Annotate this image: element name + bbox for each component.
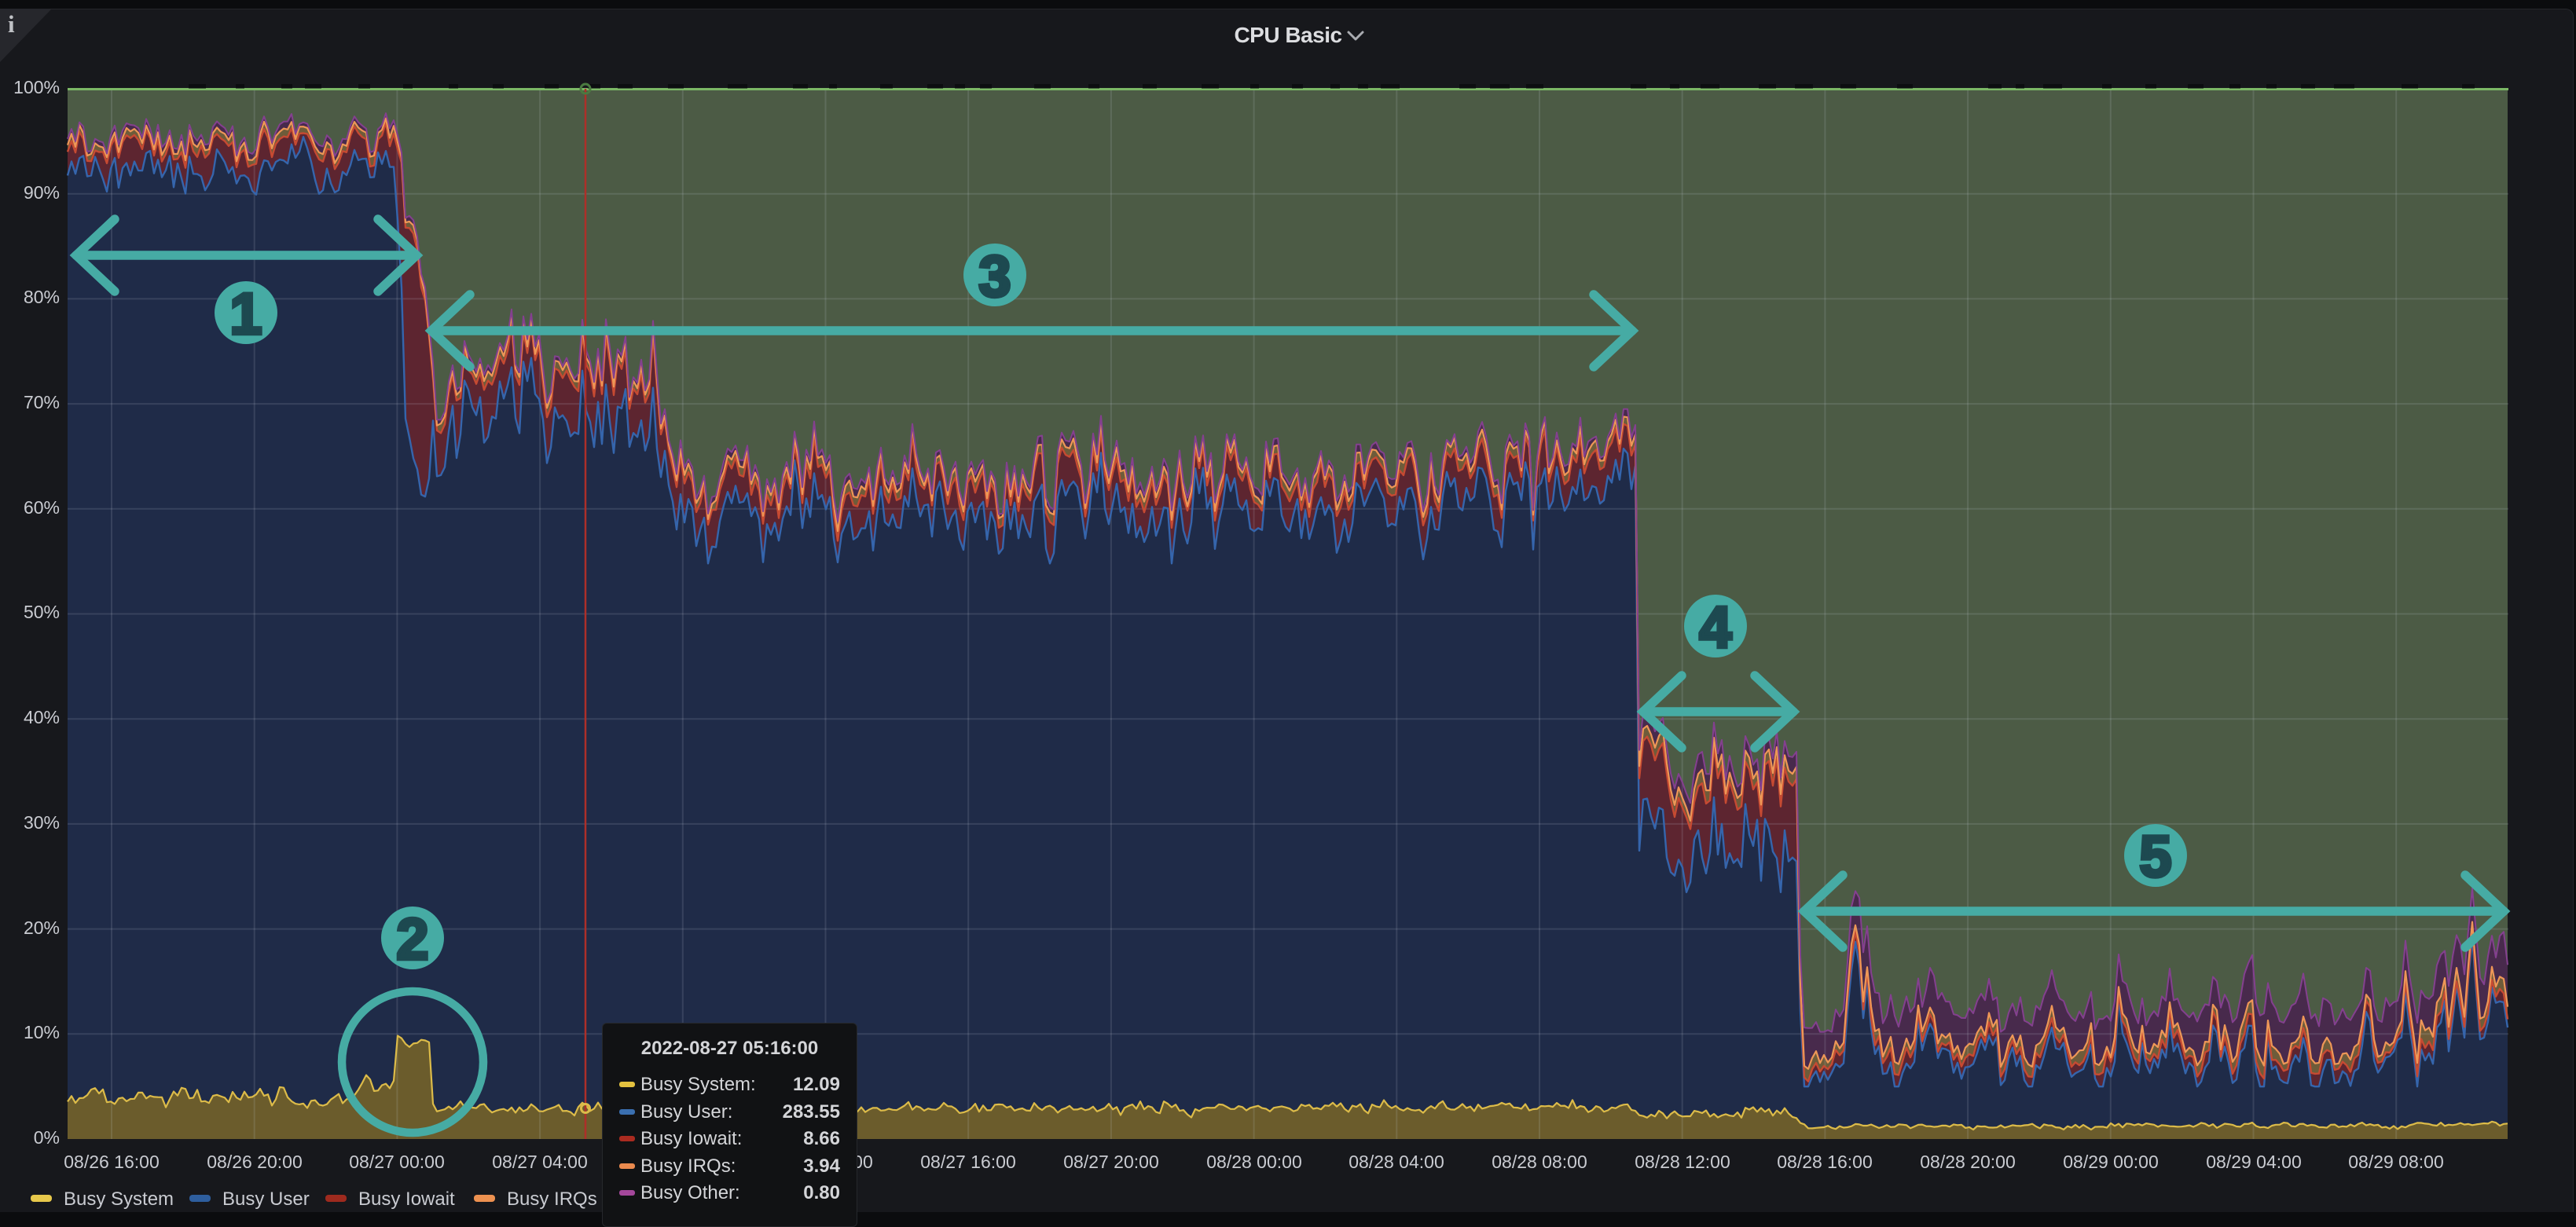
svg-text:1: 1 [229, 281, 262, 346]
svg-text:2: 2 [396, 907, 428, 972]
svg-text:5: 5 [2139, 824, 2171, 889]
svg-text:4: 4 [1699, 595, 1731, 660]
svg-text:3: 3 [978, 244, 1011, 309]
